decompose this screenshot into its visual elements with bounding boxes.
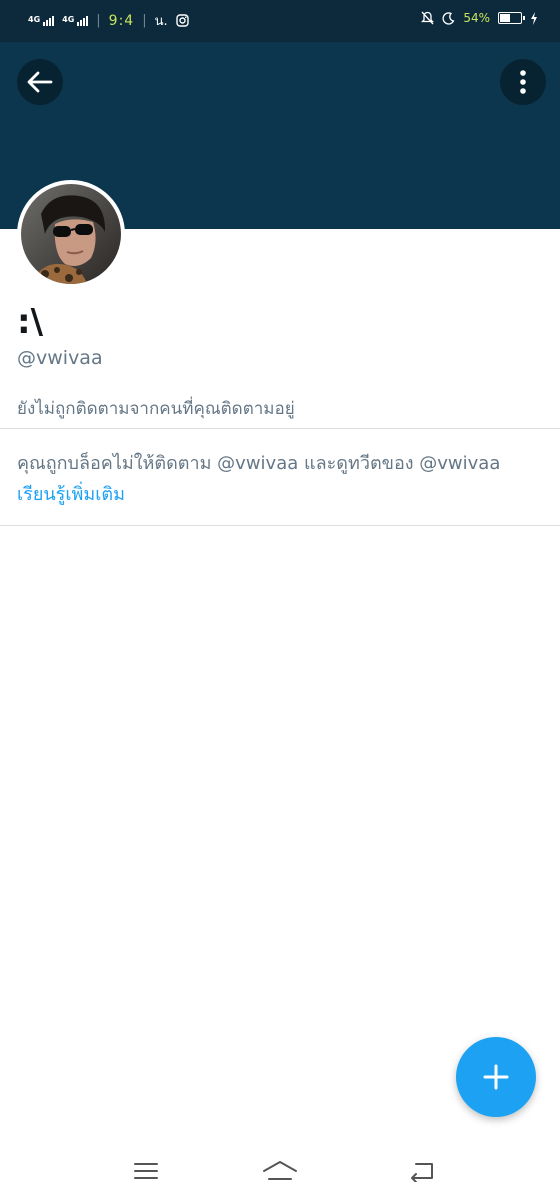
moon-icon	[442, 11, 455, 25]
clock: 9:4	[108, 12, 135, 29]
nav-menu-button[interactable]	[126, 1156, 166, 1186]
followed-by-note: ยังไม่ถูกติดตามจากคนที่คุณติดตามอยู่	[17, 399, 295, 419]
compose-tweet-button[interactable]	[456, 1037, 536, 1117]
signal-1-icon: 4G	[28, 14, 55, 26]
menu-icon	[134, 1163, 158, 1179]
divider	[0, 428, 560, 429]
status-bar: 4G 4G | 9:4 | น. 54%	[0, 0, 560, 42]
carrier-label: น.	[154, 14, 168, 29]
arrow-left-icon	[27, 71, 53, 93]
profile-handle: @vwivaa	[17, 347, 103, 369]
learn-more-link[interactable]: เรียนรู้เพิ่มเติม	[17, 479, 125, 508]
battery-percent: 54%	[463, 11, 490, 25]
back-icon	[411, 1163, 433, 1182]
avatar[interactable]	[17, 180, 125, 288]
network-type-1: 4G	[28, 14, 41, 24]
blocked-message: คุณถูกบล็อคไม่ให้ติดตาม @vwivaa และดูทวี…	[17, 453, 501, 474]
bell-muted-icon	[421, 11, 435, 25]
battery-icon	[498, 12, 525, 24]
avatar-image	[21, 184, 121, 284]
network-type-2: 4G	[62, 14, 75, 24]
system-nav-bar	[0, 1140, 560, 1200]
separator: |	[142, 13, 147, 28]
nav-home-button[interactable]	[260, 1156, 300, 1186]
display-name: :\	[17, 302, 44, 342]
charging-icon	[531, 11, 537, 25]
home-icon	[263, 1161, 297, 1180]
back-button[interactable]	[17, 59, 63, 105]
more-options-button[interactable]	[500, 59, 546, 105]
separator: |	[96, 13, 101, 28]
plus-icon	[483, 1064, 509, 1090]
instagram-icon	[175, 14, 189, 27]
nav-back-button[interactable]	[402, 1156, 442, 1186]
divider	[0, 525, 560, 526]
signal-2-icon: 4G	[62, 14, 89, 26]
more-vertical-icon	[520, 70, 526, 94]
